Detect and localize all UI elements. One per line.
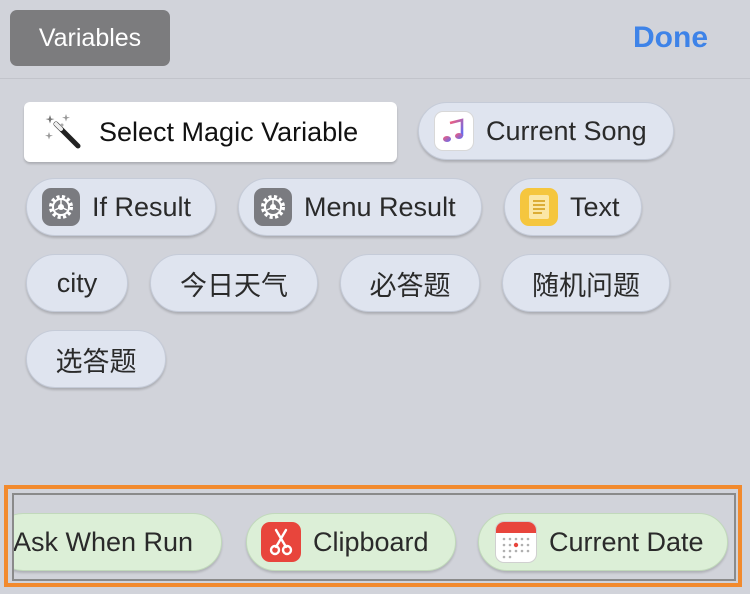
notes-icon [520,188,558,226]
variable-chip-random-question[interactable]: 随机问题 [502,254,670,312]
chip-label: Ask When Run [13,526,194,557]
music-note-icon [434,111,474,151]
variable-chip-menu-result[interactable]: Menu Result [238,178,482,236]
select-magic-variable-label: Select Magic Variable [99,116,359,147]
chip-label: 今日天气 [180,270,288,301]
special-variables-scroller[interactable]: Ask When Run Clipboard Current Date [12,493,736,581]
variable-chip-optional-question[interactable]: 选答题 [26,330,166,388]
variable-chip-current-song[interactable]: Current Song [418,102,674,160]
chip-label: Current Date [549,526,704,557]
variables-button[interactable]: Variables [10,10,170,66]
variable-chip-if-result[interactable]: If Result [26,178,216,236]
variables-list: Select Magic Variable Current Song If Re… [0,79,750,481]
chip-label: 必答题 [369,270,451,301]
scissors-icon [261,522,301,562]
variable-chip-city[interactable]: city [26,254,128,312]
select-magic-variable-button[interactable]: Select Magic Variable [24,102,397,162]
chip-label: Current Song [486,115,647,146]
special-variables-bar: Ask When Run Clipboard Current Date [0,482,750,594]
chip-label: If Result [92,191,192,222]
calendar-icon [495,521,537,563]
chip-label: Clipboard [313,526,429,557]
variable-chip-today-weather[interactable]: 今日天气 [150,254,318,312]
chip-label: Text [570,191,620,222]
chip-label: Menu Result [304,191,456,222]
variable-chip-text[interactable]: Text [504,178,642,236]
magic-wand-icon [42,110,86,154]
gear-icon [254,188,292,226]
gear-icon [42,188,80,226]
special-chip-ask-when-run[interactable]: Ask When Run [13,513,222,571]
chip-label: 选答题 [55,346,137,377]
chip-label: city [56,267,98,298]
top-bar: Variables Done [0,0,750,79]
special-chip-current-date[interactable]: Current Date [478,513,728,571]
done-button[interactable]: Done [633,18,708,58]
variable-chip-required-question[interactable]: 必答题 [340,254,480,312]
chip-label: 随机问题 [532,270,640,301]
special-chip-clipboard[interactable]: Clipboard [246,513,456,571]
